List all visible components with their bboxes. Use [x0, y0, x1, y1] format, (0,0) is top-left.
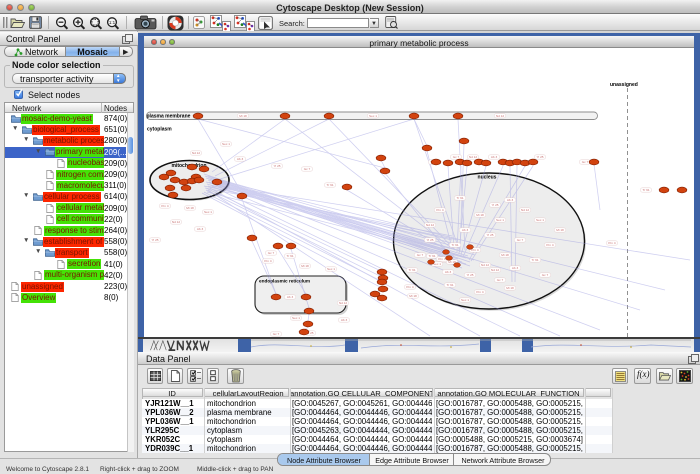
- svg-text:Nd 12: Nd 12: [496, 114, 505, 118]
- svg-text:Sec 1: Sec 1: [461, 298, 469, 302]
- svg-text:Ab 3: Ab 3: [445, 270, 452, 274]
- svg-text:Ab 3: Ab 3: [341, 318, 348, 322]
- svg-text:Gc 7: Gc 7: [582, 160, 589, 164]
- svg-text:Pm 4: Pm 4: [264, 259, 272, 263]
- svg-text:Nd 12: Nd 12: [469, 155, 478, 159]
- svg-text:Tr 91: Tr 91: [531, 258, 538, 262]
- svg-text:Ab 3: Ab 3: [197, 227, 204, 231]
- svg-text:Tr 91: Tr 91: [326, 183, 333, 187]
- svg-text:Pm 4: Pm 4: [406, 285, 414, 289]
- svg-text:Yl 25: Yl 25: [426, 238, 433, 242]
- svg-text:Tr 91: Tr 91: [446, 283, 453, 287]
- svg-text:Pm 4: Pm 4: [476, 290, 484, 294]
- svg-text:Yl 25: Yl 25: [486, 233, 493, 237]
- svg-text:unassigned: unassigned: [610, 82, 638, 88]
- svg-text:Yl 25: Yl 25: [536, 155, 543, 159]
- svg-text:Mi 18: Mi 18: [506, 286, 514, 290]
- svg-text:Yl 25: Yl 25: [273, 164, 280, 168]
- svg-text:Yl 25: Yl 25: [151, 238, 158, 242]
- svg-text:Sec 1: Sec 1: [369, 114, 377, 118]
- svg-text:Gc 7: Gc 7: [268, 251, 275, 255]
- svg-text:Gc 7: Gc 7: [453, 155, 460, 159]
- svg-text:Gc 7: Gc 7: [304, 167, 311, 171]
- svg-text:Yl 25: Yl 25: [466, 273, 473, 277]
- svg-text:1:1: 1:1: [109, 20, 116, 25]
- svg-text:Pm 4: Pm 4: [608, 241, 616, 245]
- svg-text:Gc 7: Gc 7: [542, 273, 549, 277]
- svg-text:Pm 4: Pm 4: [438, 257, 446, 261]
- svg-text:Ab 3: Ab 3: [491, 155, 498, 159]
- svg-text:Mi 18: Mi 18: [476, 213, 484, 217]
- svg-text:Sec 1: Sec 1: [222, 142, 230, 146]
- svg-text:cytoplasm: cytoplasm: [147, 127, 172, 133]
- svg-text:Nd 12: Nd 12: [339, 301, 348, 305]
- svg-text:Tr 91: Tr 91: [451, 243, 458, 247]
- svg-text:Mi 18: Mi 18: [501, 253, 509, 257]
- svg-text:Mi 18: Mi 18: [556, 228, 564, 232]
- svg-text:endoplasmic reticulum: endoplasmic reticulum: [259, 279, 310, 284]
- svg-text:Ab 3: Ab 3: [287, 295, 294, 299]
- svg-text:Ab 3: Ab 3: [512, 266, 519, 270]
- svg-text:Tr 91: Tr 91: [642, 188, 649, 192]
- svg-text:Yl 25: Yl 25: [491, 203, 498, 207]
- svg-text:Tr 91: Tr 91: [456, 196, 463, 200]
- svg-text:Ab 3: Ab 3: [462, 228, 469, 232]
- svg-text:Sec 1: Sec 1: [292, 316, 300, 320]
- svg-text:Ab 3: Ab 3: [507, 198, 514, 202]
- svg-text:Sec 1: Sec 1: [496, 218, 504, 222]
- svg-text:plasma membrane: plasma membrane: [147, 113, 191, 119]
- svg-text:Tr 91: Tr 91: [286, 254, 293, 258]
- svg-text:Sec 1: Sec 1: [327, 267, 335, 271]
- svg-text:Mi 18: Mi 18: [409, 294, 417, 298]
- svg-text:Mi 18: Mi 18: [186, 206, 194, 210]
- svg-text:Tr 91: Tr 91: [428, 254, 435, 258]
- svg-text:Nd 12: Nd 12: [192, 151, 201, 155]
- svg-text:Pm 4: Pm 4: [436, 208, 444, 212]
- svg-text:Mi 18: Mi 18: [239, 114, 247, 118]
- svg-text:nucleus: nucleus: [478, 175, 497, 181]
- svg-text:Ab 3: Ab 3: [237, 157, 244, 161]
- svg-text:Sec 1: Sec 1: [204, 210, 212, 214]
- svg-text:Sec 1: Sec 1: [536, 218, 544, 222]
- svg-text:Mi 18: Mi 18: [301, 264, 309, 268]
- svg-text:Tr 91: Tr 91: [408, 268, 415, 272]
- svg-text:Nd 12: Nd 12: [426, 223, 435, 227]
- svg-text:Gc 7: Gc 7: [417, 253, 424, 257]
- svg-text:Gc 7: Gc 7: [517, 238, 524, 242]
- svg-text:Nd 12: Nd 12: [491, 268, 500, 272]
- svg-text:Gc 7: Gc 7: [497, 278, 504, 282]
- svg-text:Nd 12: Nd 12: [521, 208, 530, 212]
- svg-text:Pm 4: Pm 4: [546, 243, 554, 247]
- svg-text:Pm 4: Pm 4: [161, 204, 169, 208]
- svg-text:Nd 12: Nd 12: [172, 220, 181, 224]
- svg-text:Nd 12: Nd 12: [481, 263, 490, 267]
